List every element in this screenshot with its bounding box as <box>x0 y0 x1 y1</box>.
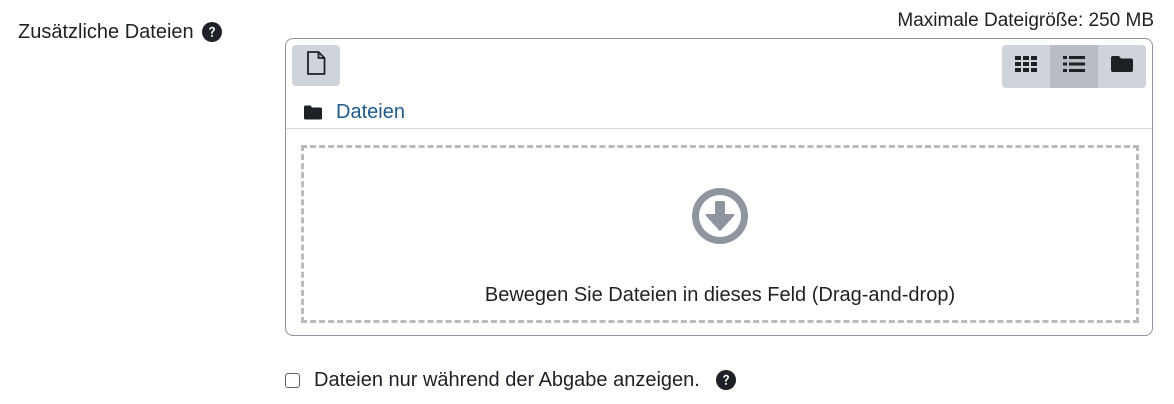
divider <box>286 128 1152 129</box>
folder-icon <box>1110 54 1134 79</box>
only-during-submission-checkbox[interactable] <box>285 372 300 388</box>
breadcrumb-dateien-link[interactable]: Dateien <box>336 101 405 124</box>
file-upload-form: Zusätzliche Dateien Maximale Dateigröße:… <box>0 0 1174 404</box>
view-tree-button[interactable] <box>1098 45 1146 88</box>
list-icon <box>1062 54 1086 79</box>
field-label: Zusätzliche Dateien <box>18 21 194 43</box>
question-circle-icon[interactable] <box>201 22 222 42</box>
grid-icon <box>1014 54 1038 79</box>
view-list-button[interactable] <box>1050 45 1098 88</box>
dropzone-instruction: Bewegen Sie Dateien in dieses Feld (Drag… <box>484 284 956 306</box>
arrow-circle-down-icon <box>690 186 750 246</box>
folder-icon <box>304 105 322 120</box>
add-file-button[interactable] <box>292 45 340 86</box>
view-icons-button[interactable] <box>1002 45 1050 88</box>
option-row: Dateien nur während der Abgabe anzeigen. <box>285 367 736 393</box>
view-mode-switcher <box>1002 45 1146 88</box>
max-file-size: Maximale Dateigröße: 250 MB <box>897 10 1154 31</box>
breadcrumb: Dateien <box>304 99 405 125</box>
file-icon <box>306 51 326 80</box>
field-label-row: Zusätzliche Dateien <box>18 19 222 45</box>
file-manager: Dateien Bewegen Sie Dateien in dieses Fe… <box>285 38 1153 336</box>
checkbox-label[interactable]: Dateien nur während der Abgabe anzeigen. <box>314 367 700 393</box>
dropzone[interactable]: Bewegen Sie Dateien in dieses Feld (Drag… <box>301 145 1139 323</box>
question-circle-icon[interactable] <box>715 370 736 390</box>
